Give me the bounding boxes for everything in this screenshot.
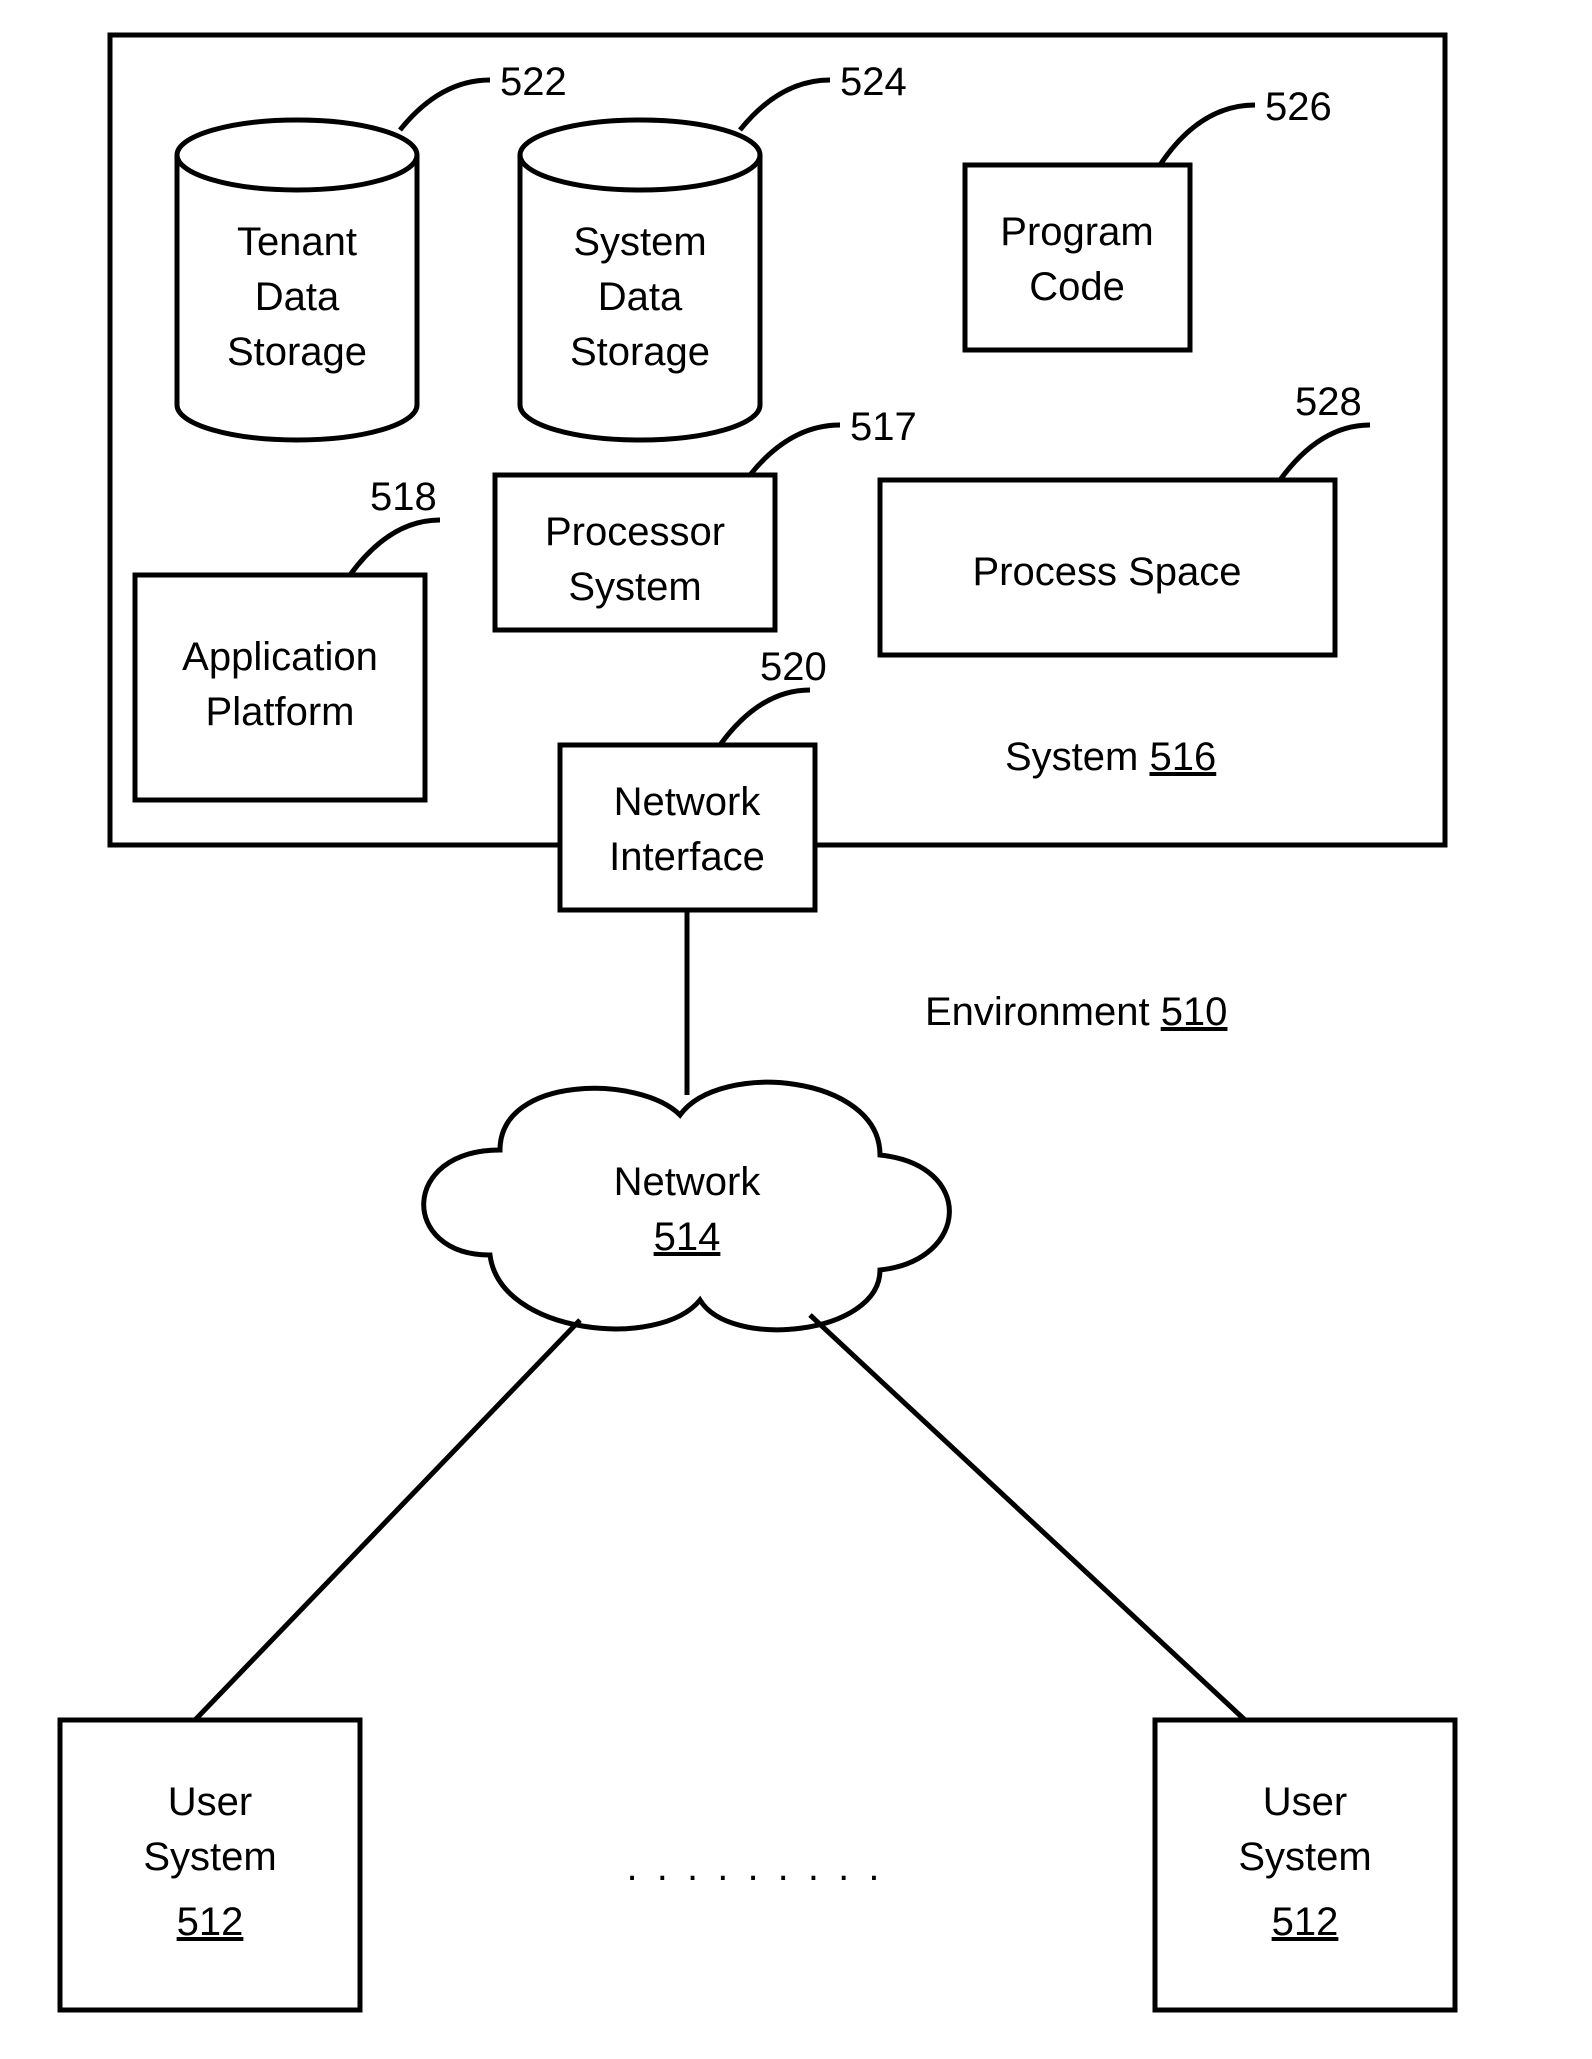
ref-528: 528 (1295, 380, 1362, 424)
leadline-517 (750, 425, 840, 475)
tenant-label-2: Data (255, 275, 340, 319)
ellipsis: . . . . . . . . . (627, 1845, 884, 1889)
processspace-label: Process Space (972, 550, 1241, 594)
system-architecture-diagram: Tenant Data Storage 522 System Data Stor… (0, 0, 1592, 2059)
ref-517: 517 (850, 405, 917, 449)
system-label: System 516 (1005, 735, 1216, 779)
leadline-528 (1280, 425, 1370, 480)
environment-label: Environment 510 (925, 990, 1227, 1034)
user-left-ref: 512 (177, 1900, 244, 1944)
system-data-storage: System Data Storage (520, 120, 760, 440)
sysdata-label-3: Storage (570, 330, 710, 374)
tenant-data-storage: Tenant Data Storage (177, 120, 417, 440)
ref-526: 526 (1265, 85, 1332, 129)
user-right-ref: 512 (1272, 1900, 1339, 1944)
programcode-label-1: Program (1000, 210, 1153, 254)
network-label: Network (614, 1160, 762, 1204)
program-code-box (965, 165, 1190, 350)
tenant-label-3: Storage (227, 330, 367, 374)
network-interface-box (560, 745, 815, 910)
leadline-522 (400, 80, 490, 130)
appplatform-label-1: Application (182, 635, 378, 679)
connector-cloud-user-right (810, 1315, 1245, 1720)
user-left-label-2: System (143, 1835, 276, 1879)
ref-522: 522 (500, 60, 567, 104)
network-ref: 514 (654, 1215, 721, 1259)
user-left-label-1: User (168, 1780, 252, 1824)
user-right-label-2: System (1238, 1835, 1371, 1879)
ref-524: 524 (840, 60, 907, 104)
programcode-label-2: Code (1029, 265, 1125, 309)
tenant-label-1: Tenant (237, 220, 357, 264)
network-cloud: Network 514 (424, 1082, 950, 1329)
appplatform-label-2: Platform (206, 690, 355, 734)
sysdata-label-1: System (573, 220, 706, 264)
netif-label-2: Interface (609, 835, 765, 879)
processor-label-1: Processor (545, 510, 725, 554)
sysdata-label-2: Data (598, 275, 683, 319)
application-platform-box (135, 575, 425, 800)
ref-518: 518 (370, 475, 437, 519)
processor-label-2: System (568, 565, 701, 609)
connector-cloud-user-left (195, 1320, 580, 1720)
user-right-label-1: User (1263, 1780, 1347, 1824)
leadline-526 (1160, 105, 1255, 165)
netif-label-1: Network (614, 780, 762, 824)
ref-520: 520 (760, 645, 827, 689)
leadline-520 (720, 690, 810, 745)
leadline-524 (740, 80, 830, 130)
leadline-518 (350, 520, 440, 575)
